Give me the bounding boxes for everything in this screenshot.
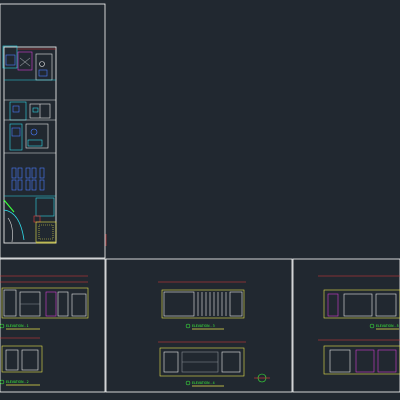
elevation-label-3: ELEVATION - 3 xyxy=(192,324,215,328)
sheet-frames xyxy=(0,3,400,393)
elevation-1-drawing xyxy=(1,287,89,319)
plan-workstations xyxy=(11,167,45,191)
plan-room-1 xyxy=(17,51,33,71)
elevation-label-2: ELEVATION - 2 xyxy=(6,380,29,384)
floor-plan-frame xyxy=(0,3,106,259)
elevation-label-1: ELEVATION - 1 xyxy=(6,324,29,328)
plan-top-block-inner xyxy=(5,54,16,66)
elevation-label-5: ELEVATION - 5 xyxy=(376,324,399,328)
elevation-labels: ELEVATION - 1 ELEVATION - 2 ELEVATION - … xyxy=(0,323,399,387)
plan-entrance-curve xyxy=(3,209,25,241)
elevation-label-4: ELEVATION - 4 xyxy=(192,381,215,385)
cad-drawing: ELEVATION - 1 ELEVATION - 2 ELEVATION - … xyxy=(0,3,400,393)
elevation-sheet-2 xyxy=(158,281,270,383)
cad-drawing-canvas[interactable]: ELEVATION - 1 ELEVATION - 2 ELEVATION - … xyxy=(0,0,400,400)
plan-room-3 xyxy=(9,101,27,121)
elevation-3-drawing xyxy=(161,289,245,319)
floor-plan xyxy=(2,45,57,244)
plan-room-6 xyxy=(25,123,49,149)
elevation-3-stairs xyxy=(197,292,227,316)
